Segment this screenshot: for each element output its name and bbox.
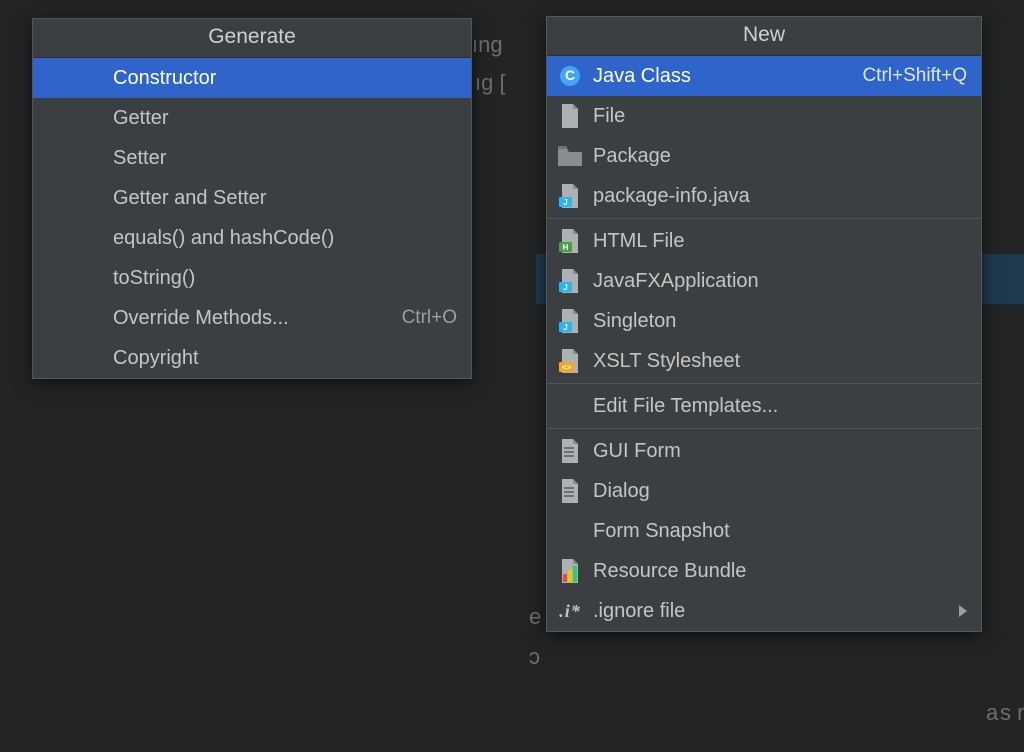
bg-text: ɔ (529, 644, 540, 670)
icon-placeholder (43, 145, 103, 171)
generate-item[interactable]: Setter (33, 138, 471, 178)
generate-popup: Generate Constructor Getter Setter Getter a… (32, 18, 472, 379)
menu-item-label: XSLT Stylesheet (593, 350, 967, 373)
menu-item-label: Dialog (593, 480, 967, 503)
svg-text:C: C (565, 67, 575, 83)
file-icon (557, 103, 583, 129)
menu-item-label: Getter (113, 107, 457, 130)
new-item[interactable]: <> XSLT Stylesheet (547, 341, 981, 381)
svg-text:J: J (563, 198, 567, 207)
bundle-icon (557, 558, 583, 584)
menu-item-label: Form Snapshot (593, 520, 967, 543)
generate-item[interactable]: Getter and Setter (33, 178, 471, 218)
generate-item[interactable]: Override Methods... Ctrl+O (33, 298, 471, 338)
generate-item[interactable]: toString() (33, 258, 471, 298)
new-popup: New C Java Class Ctrl+Shift+Q File Package Jp… (546, 16, 982, 632)
bg-text: ıg [ (475, 70, 506, 96)
file-j-icon: J (557, 183, 583, 209)
icon-placeholder (43, 185, 103, 211)
menu-item-label: Edit File Templates... (593, 395, 967, 418)
ignore-icon: .i* (557, 598, 583, 624)
bg-text: a (986, 700, 998, 726)
new-item[interactable]: Dialog (547, 471, 981, 511)
new-item[interactable]: J JavaFXApplication (547, 261, 981, 301)
icon-placeholder (557, 393, 583, 419)
generate-item[interactable]: equals() and hashCode() (33, 218, 471, 258)
svg-text:J: J (563, 283, 567, 292)
file-j-icon: J (557, 308, 583, 334)
file-g-icon (557, 478, 583, 504)
new-item[interactable]: C Java Class Ctrl+Shift+Q (547, 56, 981, 96)
menu-item-label: .ignore file (593, 600, 939, 623)
menu-item-label: Getter and Setter (113, 187, 457, 210)
generate-title: Generate (33, 19, 471, 58)
submenu-caret-icon (959, 605, 967, 617)
menu-item-label: equals() and hashCode() (113, 227, 457, 250)
new-item[interactable]: Package (547, 136, 981, 176)
bg-text: e (529, 604, 541, 630)
folder-icon (557, 143, 583, 169)
menu-item-shortcut: Ctrl+O (402, 307, 457, 329)
new-item[interactable]: Edit File Templates... (547, 383, 981, 426)
menu-item-label: toString() (113, 267, 457, 290)
svg-text:<>: <> (562, 363, 572, 372)
icon-placeholder (43, 305, 103, 331)
svg-text:J: J (563, 323, 567, 332)
menu-item-label: File (593, 105, 967, 128)
menu-item-label: Override Methods... (113, 307, 374, 330)
svg-text:H: H (563, 243, 569, 252)
icon-placeholder (43, 225, 103, 251)
file-x-icon: <> (557, 348, 583, 374)
menu-item-label: JavaFXApplication (593, 270, 967, 293)
new-item[interactable]: Form Snapshot (547, 511, 981, 551)
file-j-icon: J (557, 268, 583, 294)
menu-item-label: Copyright (113, 347, 457, 370)
icon-placeholder (557, 518, 583, 544)
bg-text: ıng (472, 32, 503, 58)
new-item[interactable]: .i* .ignore file (547, 591, 981, 631)
new-item[interactable]: GUI Form (547, 428, 981, 471)
menu-item-label: Java Class (593, 65, 834, 88)
menu-item-label: Singleton (593, 310, 967, 333)
icon-placeholder (43, 265, 103, 291)
file-g-icon (557, 438, 583, 464)
menu-item-label: package-info.java (593, 185, 967, 208)
generate-item[interactable]: Copyright (33, 338, 471, 378)
menu-item-label: Constructor (113, 67, 457, 90)
bg-text: s n (1000, 700, 1024, 726)
menu-item-label: HTML File (593, 230, 967, 253)
icon-placeholder (43, 345, 103, 371)
new-item[interactable]: H HTML File (547, 218, 981, 261)
icon-placeholder (43, 105, 103, 131)
menu-item-label: Resource Bundle (593, 560, 967, 583)
new-item[interactable]: Resource Bundle (547, 551, 981, 591)
menu-item-label: Package (593, 145, 967, 168)
new-item[interactable]: Jpackage-info.java (547, 176, 981, 216)
new-item[interactable]: File (547, 96, 981, 136)
menu-item-shortcut: Ctrl+Shift+Q (862, 65, 967, 87)
new-item[interactable]: J Singleton (547, 301, 981, 341)
generate-item[interactable]: Getter (33, 98, 471, 138)
class-c-icon: C (557, 63, 583, 89)
menu-item-label: Setter (113, 147, 457, 170)
generate-item[interactable]: Constructor (33, 58, 471, 98)
menu-item-label: GUI Form (593, 440, 967, 463)
icon-placeholder (43, 65, 103, 91)
new-title: New (547, 17, 981, 56)
file-h-icon: H (557, 228, 583, 254)
